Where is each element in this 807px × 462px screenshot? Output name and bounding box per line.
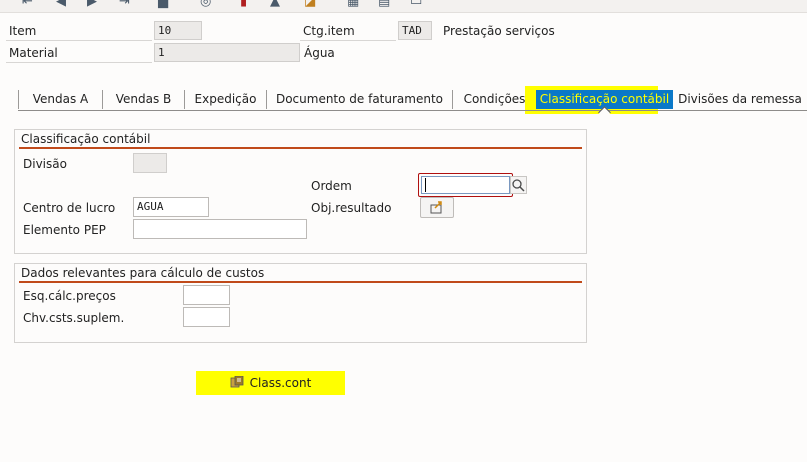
first-page-icon[interactable]: ⇤	[22, 0, 33, 8]
last-page-icon[interactable]: ⇥	[119, 0, 130, 8]
chv-csts-suplem-label: Chv.csts.suplem.	[23, 311, 125, 325]
user-icon[interactable]: ▲	[270, 0, 280, 8]
dados-custos-group: Dados relevantes para cálculo de custos	[14, 263, 587, 343]
status-icon[interactable]: ▮	[240, 0, 247, 8]
divisao-field[interactable]	[133, 153, 167, 173]
ordem-search-button[interactable]	[510, 176, 527, 194]
document-flow-icon[interactable]: ◎	[200, 0, 211, 8]
accounting-icon	[230, 375, 244, 388]
obj-resultado-button[interactable]	[420, 197, 454, 218]
navigate-arrow-icon	[430, 201, 442, 214]
item-field[interactable]: 10	[154, 21, 202, 40]
next-page-icon[interactable]: ▶	[87, 0, 97, 8]
tab-vendas-a[interactable]: Vendas A	[18, 90, 102, 109]
ctg-item-label: Ctg.item	[300, 22, 396, 41]
elemento-pep-field[interactable]	[133, 219, 307, 239]
material-label: Material	[6, 44, 152, 63]
classificacao-group-title: Classificação contábil	[21, 132, 151, 146]
text-cursor	[425, 178, 426, 192]
ordem-field[interactable]	[421, 176, 510, 194]
custos-group-title: Dados relevantes para cálculo de custos	[21, 266, 265, 280]
group-divider	[19, 147, 582, 149]
tab-expedicao[interactable]: Expedição	[184, 90, 266, 109]
divisao-label: Divisão	[23, 157, 67, 171]
tab-divisoes-remessa[interactable]: Divisões da remessa	[673, 90, 807, 109]
tab-documento-faturamento[interactable]: Documento de faturamento	[266, 90, 452, 109]
list-icon[interactable]: ▤	[378, 0, 390, 8]
tab-strip: Vendas A Vendas B Expedição Documento de…	[18, 90, 807, 111]
delete-icon[interactable]: ▆	[158, 0, 168, 8]
search-icon	[512, 179, 525, 192]
material-description: Água	[304, 46, 335, 60]
group-divider	[19, 281, 582, 283]
ordem-label: Ordem	[311, 179, 352, 193]
material-field[interactable]: 1	[154, 43, 300, 62]
ctg-item-field[interactable]: TAD	[398, 21, 432, 40]
tab-condicoes[interactable]: Condições	[452, 90, 536, 109]
tab-vendas-b[interactable]: Vendas B	[102, 90, 184, 109]
chv-csts-suplem-field[interactable]	[183, 307, 230, 327]
item-label: Item	[6, 22, 152, 41]
elemento-pep-label: Elemento PEP	[23, 223, 106, 237]
obj-resultado-label: Obj.resultado	[311, 201, 392, 215]
print-icon[interactable]: ▭	[410, 0, 422, 8]
previous-page-icon[interactable]: ◀	[56, 0, 66, 8]
class-cont-button[interactable]: Class.cont	[199, 373, 342, 393]
esq-calc-precos-field[interactable]	[183, 285, 230, 305]
centro-lucro-label: Centro de lucro	[23, 201, 116, 215]
centro-lucro-field[interactable]: AGUA	[133, 197, 209, 217]
ctg-item-description: Prestação serviços	[443, 24, 555, 38]
esq-calc-precos-label: Esq.cálc.preços	[23, 289, 116, 303]
settings-icon[interactable]: ◪	[304, 0, 316, 8]
layout-icon[interactable]: ▦	[347, 0, 359, 8]
application-toolbar: ⇤ ◀ ▶ ⇥ ▆ ◎ ▮ ▲ ◪ ▦ ▤ ▭	[0, 0, 807, 13]
class-cont-button-label: Class.cont	[249, 376, 312, 390]
